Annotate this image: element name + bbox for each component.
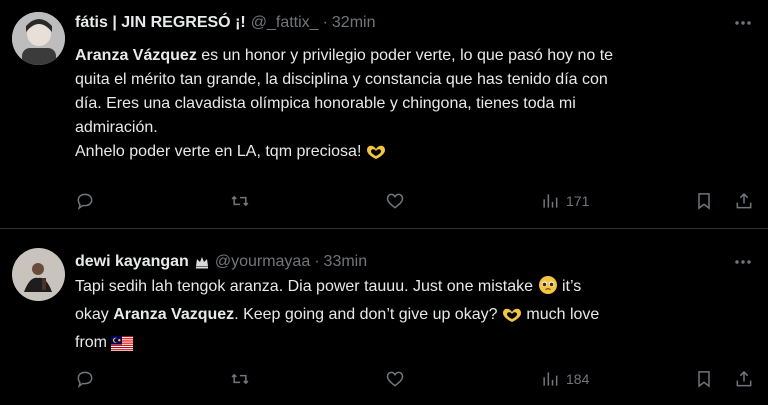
reply-icon <box>77 193 93 210</box>
share-button[interactable] <box>734 189 754 213</box>
like-button[interactable] <box>385 367 405 391</box>
tweet-header: dewi kayangan @yourmayaa · 33min <box>75 251 367 273</box>
views-button[interactable]: 184 <box>540 367 589 391</box>
heart-hands-emoji <box>502 307 522 331</box>
timestamp[interactable]: 33min <box>324 253 368 271</box>
views-icon <box>543 372 558 386</box>
bookmark-button[interactable] <box>694 189 714 213</box>
bookmark-icon <box>698 193 710 210</box>
tweet-text: Tapi sedih lah tengok aranza. Dia power … <box>75 275 745 359</box>
reply-button[interactable] <box>75 367 95 391</box>
views-count: 171 <box>566 193 590 209</box>
bookmark-icon <box>698 371 710 388</box>
separator: · <box>314 253 320 270</box>
user-handle[interactable]: @_fattix_ <box>251 14 319 32</box>
views-icon <box>543 194 558 208</box>
like-button[interactable] <box>385 189 405 213</box>
tweet[interactable]: dewi kayangan @yourmayaa · 33min Tapi se… <box>0 229 768 405</box>
like-icon <box>386 371 404 387</box>
retweet-icon <box>231 195 249 207</box>
heart-hands-emoji <box>366 144 386 168</box>
avatar[interactable] <box>12 248 65 301</box>
malaysia-flag-emoji <box>111 335 134 359</box>
share-icon <box>736 370 752 387</box>
retweet-button[interactable] <box>230 367 250 391</box>
separator: · <box>322 14 328 31</box>
retweet-button[interactable] <box>230 189 250 213</box>
pleading-face-emoji <box>538 275 558 303</box>
bookmark-button[interactable] <box>694 367 714 391</box>
mention[interactable]: Aranza Vázquez <box>75 47 197 64</box>
user-handle[interactable]: @yourmayaa <box>215 253 310 271</box>
reply-icon <box>77 371 93 388</box>
display-name[interactable]: dewi kayangan <box>75 253 189 271</box>
views-button[interactable]: 171 <box>540 189 589 213</box>
timestamp[interactable]: 32min <box>332 14 376 32</box>
retweet-icon <box>231 373 249 385</box>
share-button[interactable] <box>734 367 754 391</box>
more-icon[interactable] <box>732 12 754 34</box>
action-bar: 171 <box>75 189 754 213</box>
more-icon[interactable] <box>732 251 754 273</box>
tweet[interactable]: fátis | JIN REGRESÓ ¡! @_fattix_ · 32min… <box>0 0 768 229</box>
avatar[interactable] <box>12 12 65 65</box>
action-bar: 184 <box>75 367 754 391</box>
views-count: 184 <box>566 371 590 387</box>
tweet-text: Aranza Vázquez es un honor y privilegio … <box>75 44 745 168</box>
reply-button[interactable] <box>75 189 95 213</box>
tweet-header: fátis | JIN REGRESÓ ¡! @_fattix_ · 32min <box>75 12 375 34</box>
mention[interactable]: Aranza Vazquez <box>113 306 234 323</box>
share-icon <box>736 192 752 209</box>
crown-badge-icon <box>194 254 210 270</box>
display-name[interactable]: fátis | JIN REGRESÓ ¡! <box>75 14 246 32</box>
like-icon <box>386 193 404 209</box>
